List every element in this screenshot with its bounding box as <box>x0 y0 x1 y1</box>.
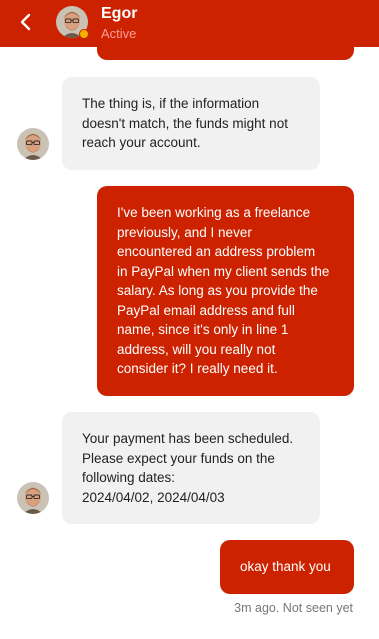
agent-avatar <box>17 128 49 160</box>
message-text: I've been working as a freelance previou… <box>117 205 330 376</box>
message-bubble-agent: The thing is, if the information doesn't… <box>62 77 320 170</box>
chat-header: Egor Active <box>0 0 379 47</box>
message-text: Your payment has been scheduled. Please … <box>82 431 294 505</box>
read-receipt: 3m ago. Not seen yet <box>234 601 353 615</box>
agent-avatar <box>17 482 49 514</box>
message-bubble-user: I've been working as a freelance previou… <box>97 186 354 396</box>
message-text: okay thank you <box>240 559 331 574</box>
message-bubble-user: okay thank you <box>220 540 354 594</box>
message-text: The thing is, if the information doesn't… <box>82 96 288 150</box>
previous-message-bubble <box>97 47 354 60</box>
contact-status: Active <box>101 26 137 41</box>
contact-avatar[interactable] <box>56 6 89 39</box>
contact-name: Egor <box>101 5 138 22</box>
message-list[interactable]: The thing is, if the information doesn't… <box>0 47 379 639</box>
online-status-dot <box>79 29 89 39</box>
chevron-left-icon <box>20 13 31 31</box>
back-button[interactable] <box>14 11 36 33</box>
message-bubble-agent: Your payment has been scheduled. Please … <box>62 412 320 524</box>
